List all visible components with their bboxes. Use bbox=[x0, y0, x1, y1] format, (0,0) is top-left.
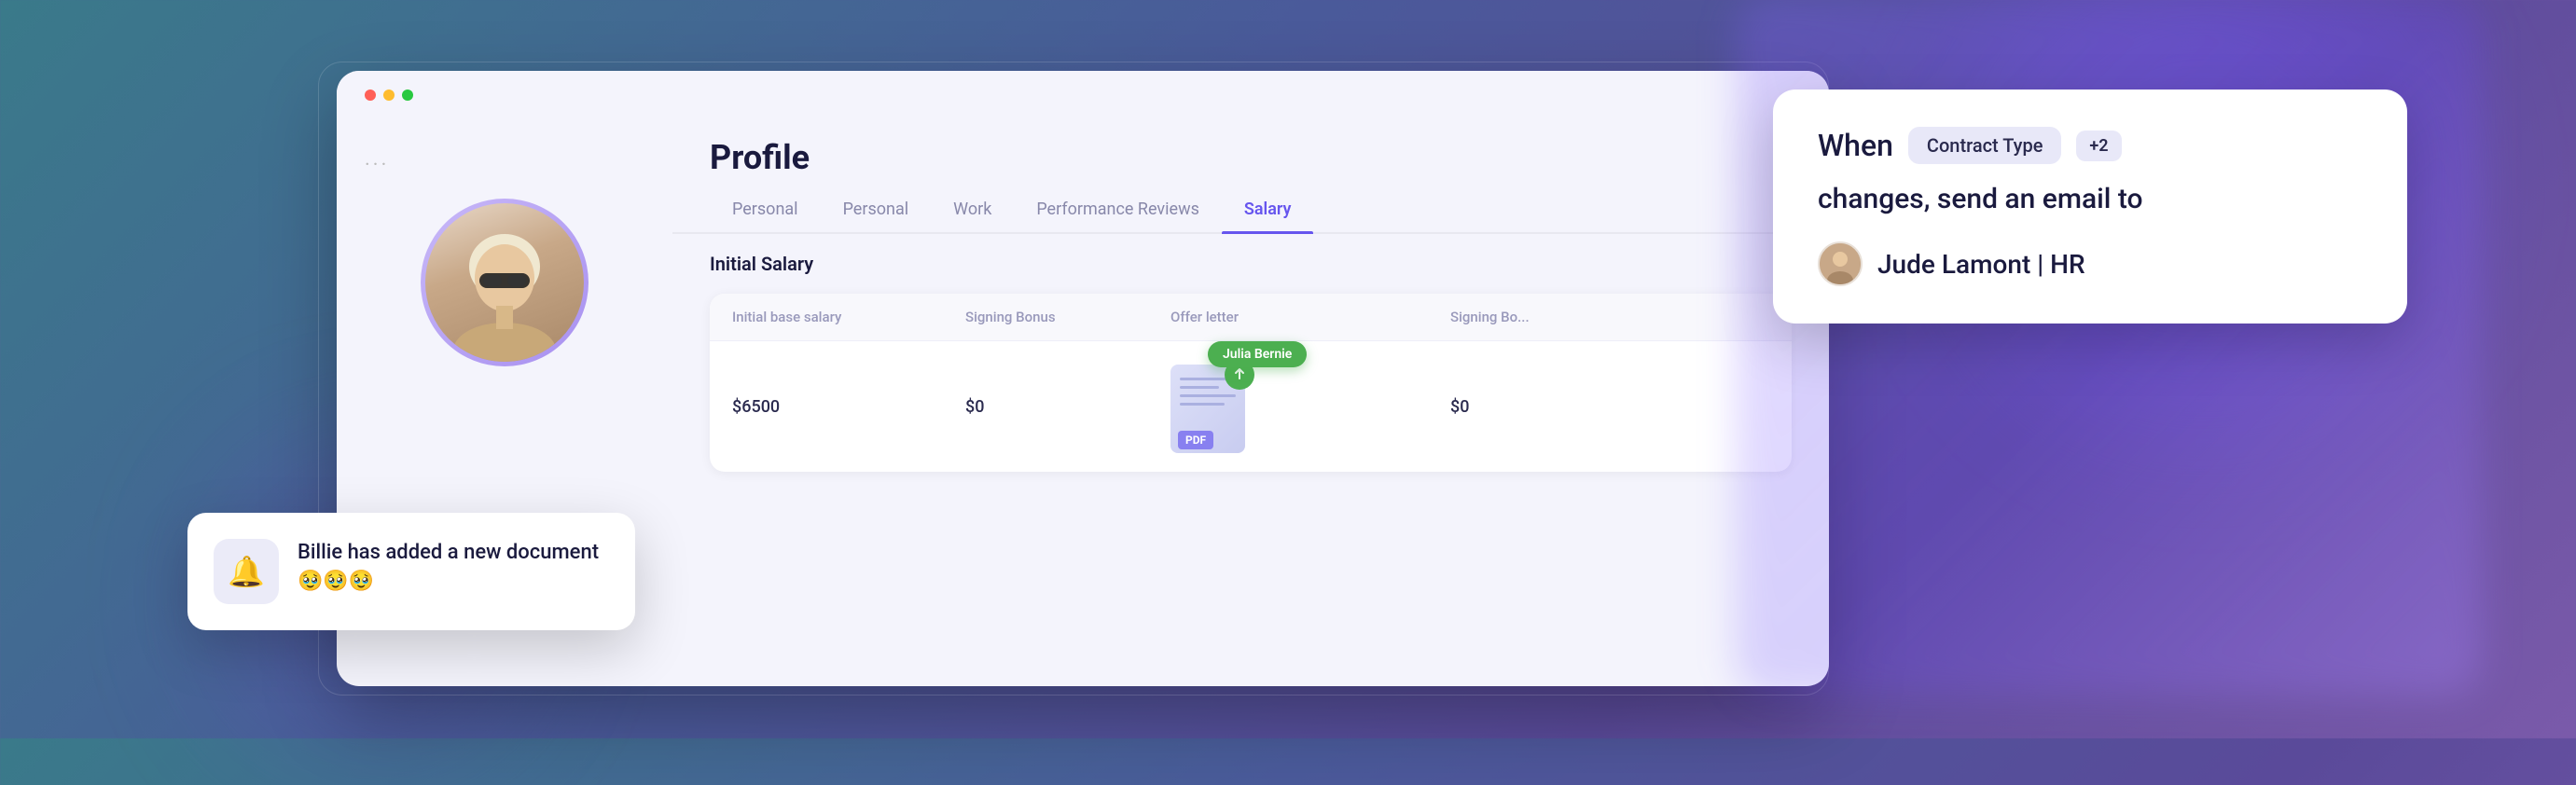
col-header-signing-b: Signing Bo... bbox=[1450, 309, 1683, 325]
pdf-document[interactable]: PDF Julia Bernie bbox=[1170, 360, 1254, 453]
window-dots bbox=[365, 90, 413, 101]
rule-card: When Contract Type +2 changes, send an e… bbox=[1773, 90, 2407, 324]
jude-name: Jude Lamont | HR bbox=[1877, 249, 2085, 280]
dot-maximize[interactable] bbox=[402, 90, 413, 101]
plus-badge[interactable]: +2 bbox=[2076, 131, 2121, 161]
sidebar-ellipsis: ... bbox=[365, 147, 389, 171]
salary-section-title: Initial Salary bbox=[710, 253, 1792, 275]
col-header-signing-bonus: Signing Bonus bbox=[965, 309, 1170, 325]
avatar bbox=[421, 199, 589, 366]
window-topbar bbox=[337, 71, 1829, 119]
rule-changes-text: changes, send an email to bbox=[1818, 183, 2362, 215]
profile-title: Profile bbox=[672, 119, 1829, 186]
tab-performance-reviews[interactable]: Performance Reviews bbox=[1014, 186, 1222, 232]
offer-letter-cell: PDF Julia Bernie bbox=[1170, 360, 1450, 453]
avatar-image bbox=[425, 203, 584, 362]
rule-when-label: When bbox=[1818, 128, 1893, 163]
rule-recipient-row: Jude Lamont | HR bbox=[1818, 241, 2362, 286]
cell-base-salary: $6500 bbox=[732, 397, 965, 417]
salary-content: Initial Salary Initial base salary Signi… bbox=[672, 253, 1829, 679]
dot-minimize[interactable] bbox=[383, 90, 395, 101]
bell-icon: 🔔 bbox=[228, 554, 265, 589]
pdf-label: PDF bbox=[1178, 431, 1213, 449]
tab-personal-1[interactable]: Personal bbox=[710, 186, 821, 232]
salary-table: Initial base salary Signing Bonus Offer … bbox=[710, 294, 1792, 472]
col-header-base-salary: Initial base salary bbox=[732, 309, 965, 325]
salary-table-header: Initial base salary Signing Bonus Offer … bbox=[710, 294, 1792, 341]
julia-bernie-badge: Julia Bernie bbox=[1208, 341, 1307, 367]
rule-row-when: When Contract Type +2 bbox=[1818, 127, 2362, 164]
cell-signing-bonus: $0 bbox=[965, 397, 1170, 417]
notification-icon-wrapper: 🔔 bbox=[214, 539, 279, 604]
dot-close[interactable] bbox=[365, 90, 376, 101]
tab-salary[interactable]: Salary bbox=[1222, 186, 1314, 232]
notification-card: 🔔 Billie has added a new document 🥹🥹🥹 bbox=[187, 513, 635, 630]
col-header-offer-letter: Offer letter bbox=[1170, 309, 1450, 325]
cell-signing-b: $0 bbox=[1450, 397, 1683, 417]
tab-personal-2[interactable]: Personal bbox=[821, 186, 932, 232]
salary-table-row: $6500 $0 bbox=[710, 341, 1792, 472]
contract-type-tag[interactable]: Contract Type bbox=[1908, 127, 2062, 164]
notification-text: Billie has added a new document 🥹🥹🥹 bbox=[298, 539, 609, 597]
nav-tabs: Personal Personal Work Performance Revie… bbox=[672, 186, 1829, 234]
tab-work[interactable]: Work bbox=[931, 186, 1014, 232]
jude-avatar bbox=[1818, 241, 1863, 286]
profile-main: Profile Personal Personal Work Performan… bbox=[672, 119, 1829, 679]
